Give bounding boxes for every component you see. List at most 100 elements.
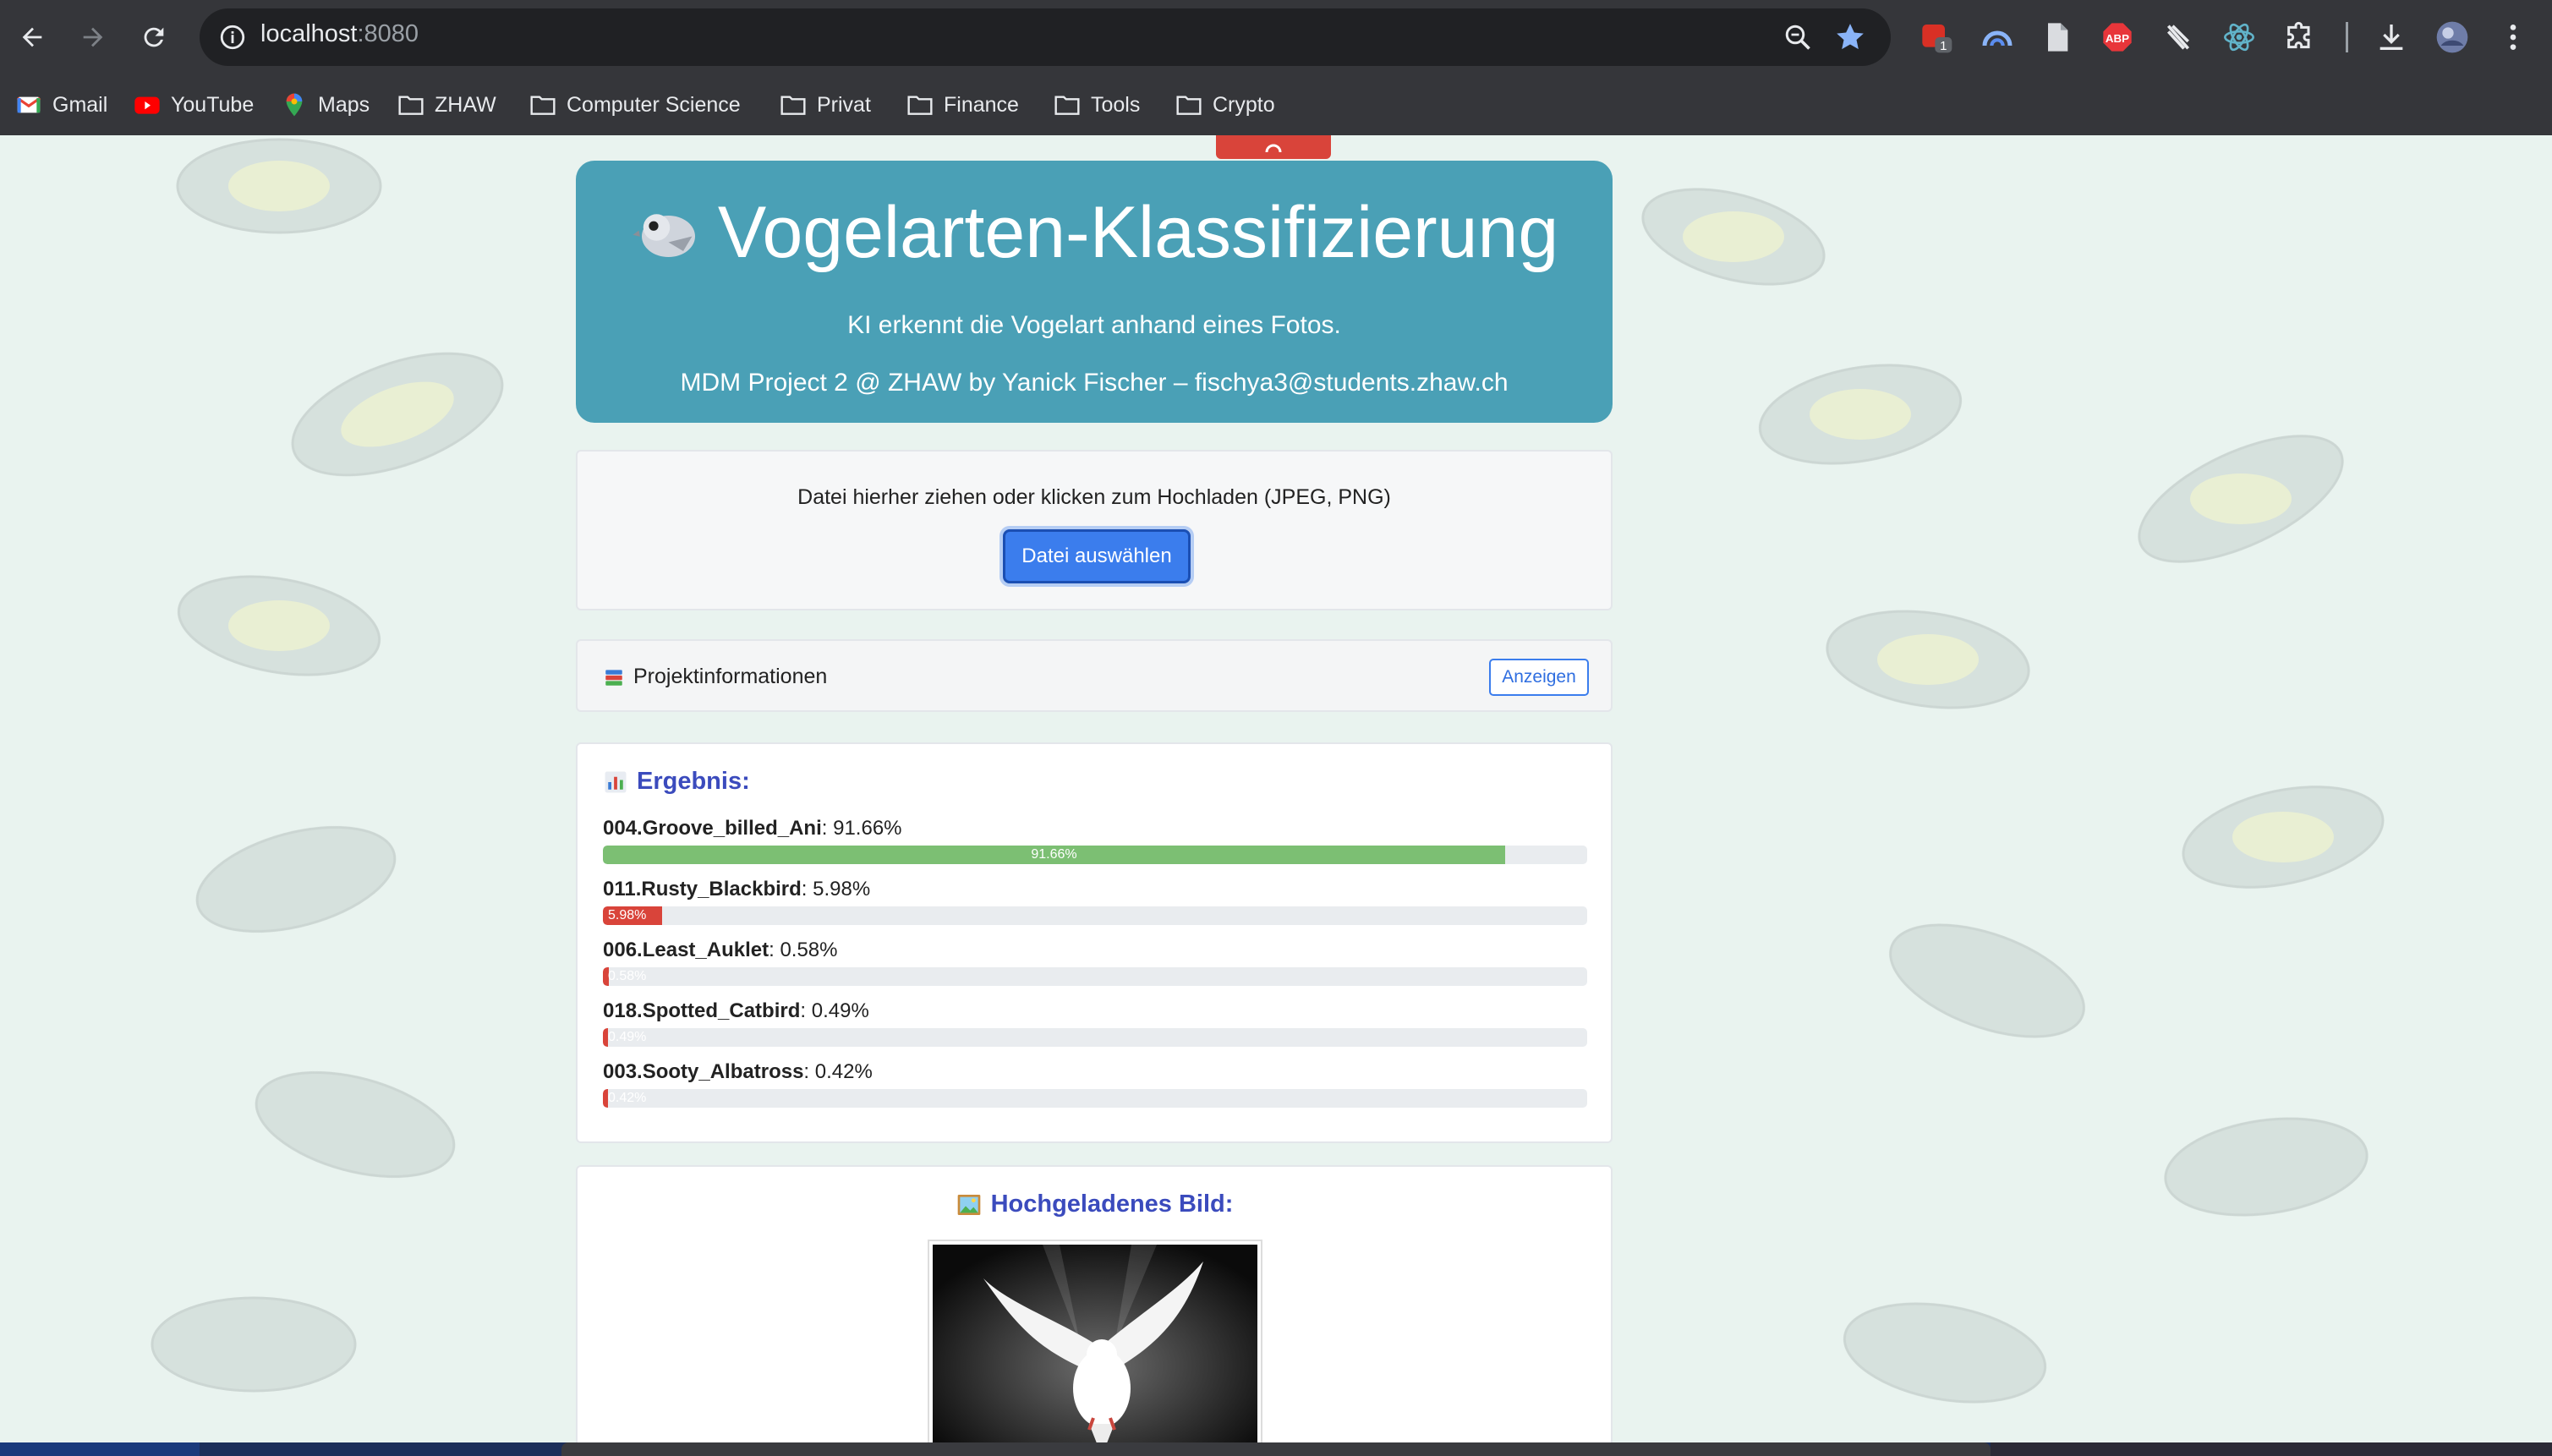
back-button[interactable] [12,17,52,57]
upload-dropzone[interactable]: Datei hierher ziehen oder klicken zum Ho… [576,450,1613,610]
extension-badge-count: 1 [1940,39,1947,53]
dove-photo [933,1245,1257,1442]
extension-react[interactable] [2221,19,2258,56]
folder-icon [780,96,806,115]
bookmark-gmail[interactable]: Gmail [15,88,107,122]
reload-button[interactable] [134,17,174,57]
bookmark-star-icon[interactable] [1833,20,1867,54]
folder-icon [398,96,424,115]
prediction-row: 011.Rusty_Blackbird: 5.98% 5.98% [603,878,1587,930]
folder-icon [1176,96,1202,115]
arc-icon [1982,30,2013,47]
choose-file-button[interactable]: Datei auswählen [1003,529,1191,583]
avatar-icon [2436,21,2468,53]
prediction-row: 018.Spotted_Catbird: 0.49% 0.49% [603,999,1587,1052]
uploaded-dove-image [929,1241,1261,1442]
youtube-icon [134,96,160,114]
page-subtitle: KI erkennt die Vogelart anhand eines Fot… [847,311,1341,339]
chevron-up-icon [1265,144,1282,153]
prediction-bar-fill: 91.66% [603,846,1505,864]
reload-icon [144,27,164,47]
folder-icon [907,96,933,115]
page-title: Vogelarten-Klassifizierung [576,191,1613,275]
prediction-bar-label: 5.98% [608,908,647,922]
prediction-row: 004.Groove_billed_Ani: 91.66% 91.66% [603,817,1587,869]
site-info-icon[interactable] [218,23,247,52]
bookmark-label: Gmail [52,92,108,117]
url-host: localhost [260,20,358,47]
prediction-text: 011.Rusty_Blackbird: 5.98% [603,878,870,901]
extension-adblock-plus[interactable]: ABP [2099,19,2136,56]
prediction-bar-track: 0.58% [603,967,1587,986]
upload-hint: Datei hierher ziehen oder klicken zum Ho… [797,485,1391,509]
arrow-left-icon [22,27,42,47]
gmail-icon [16,96,41,113]
page-viewport: Vogelarten-Klassifizierung KI erkennt di… [0,135,2552,1442]
bookmark-folder-crypto[interactable]: Crypto [1175,88,1275,122]
extension-tracker[interactable] [2160,19,2197,56]
extensions-menu-button[interactable] [2281,19,2319,56]
taskbar-segment [561,1442,1991,1456]
more-vertical-icon [2510,25,2516,50]
url-port: :8080 [357,20,419,47]
prediction-text: 018.Spotted_Catbird: 0.49% [603,999,869,1023]
prediction-percent: : 5.98% [801,878,871,900]
puzzle-icon [2287,21,2310,49]
toolbar-separator [2346,22,2348,52]
uploaded-image-heading: Hochgeladenes Bild: [578,1191,1611,1218]
project-info-header: Projektinformationen [603,665,827,689]
tracker-icon [2166,25,2190,50]
downloads-button[interactable] [2373,19,2410,56]
forward-button[interactable] [73,17,113,57]
extension-arc[interactable] [1979,19,2016,56]
extension-document[interactable] [2038,19,2075,56]
prediction-class: 018.Spotted_Catbird [603,999,801,1022]
prediction-class: 006.Least_Auklet [603,939,769,961]
profile-avatar[interactable] [2434,19,2471,56]
uploaded-image-panel: Hochgeladenes Bild: [576,1165,1613,1442]
bookmark-label: Finance [944,92,1019,117]
collapse-tab[interactable] [1216,135,1331,159]
show-project-info-button[interactable]: Anzeigen [1489,659,1589,696]
adblock-icon: ABP [2103,23,2132,52]
bookmark-youtube[interactable]: YouTube [134,88,254,122]
prediction-bar-label: 0.58% [608,969,647,983]
folder-icon [530,96,556,115]
page-credit: MDM Project 2 @ ZHAW by Yanick Fischer –… [680,369,1509,397]
prediction-percent: : 91.66% [821,817,902,840]
calendar-badge-icon: 1 [1922,25,1952,53]
prediction-class: 011.Rusty_Blackbird [603,878,802,900]
prediction-text: 003.Sooty_Albatross: 0.42% [603,1060,873,1084]
bookmark-folder-zhaw[interactable]: ZHAW [397,88,496,122]
extension-calendar[interactable]: 1 [1918,19,1955,56]
taskbar-segment [1991,1442,2552,1456]
url-text[interactable]: localhost:8080 [260,20,419,48]
prediction-class: 004.Groove_billed_Ani [603,817,822,840]
zoom-icon[interactable] [1783,22,1813,52]
browser-menu-button[interactable] [2494,19,2532,56]
bird-icon [633,213,695,257]
page-header: Vogelarten-Klassifizierung KI erkennt di… [576,161,1613,423]
bookmarks-bar: Gmail YouTube Maps ZHAW Computer Science… [0,74,2552,135]
prediction-bar-label: 91.66% [1031,847,1077,862]
prediction-bar-label: 0.49% [608,1030,647,1044]
bookmark-maps[interactable]: Maps [281,88,370,122]
bookmark-label: YouTube [171,92,255,117]
prediction-bar-track: 0.49% [603,1028,1587,1047]
react-icon [2224,23,2254,52]
page-title-text: Vogelarten-Klassifizierung [717,192,1559,273]
bookmark-label: Tools [1091,92,1141,117]
bookmark-folder-privat[interactable]: Privat [780,88,871,122]
browser-toolbar: localhost:8080 1 ABP [0,0,2552,74]
prediction-bar-label: 0.42% [608,1091,647,1105]
prediction-percent: : 0.42% [803,1060,873,1083]
bookmark-folder-tools[interactable]: Tools [1054,88,1140,122]
bookmark-folder-computer-science[interactable]: Computer Science [529,88,741,122]
svg-text:ABP: ABP [2106,32,2129,45]
prediction-class: 003.Sooty_Albatross [603,1060,804,1083]
prediction-bar-track: 5.98% [603,906,1587,925]
address-bar[interactable]: localhost:8080 [200,8,1891,66]
results-title-text: Ergebnis: [637,768,750,795]
os-taskbar-strip [0,1442,2552,1456]
bookmark-folder-finance[interactable]: Finance [906,88,1019,122]
